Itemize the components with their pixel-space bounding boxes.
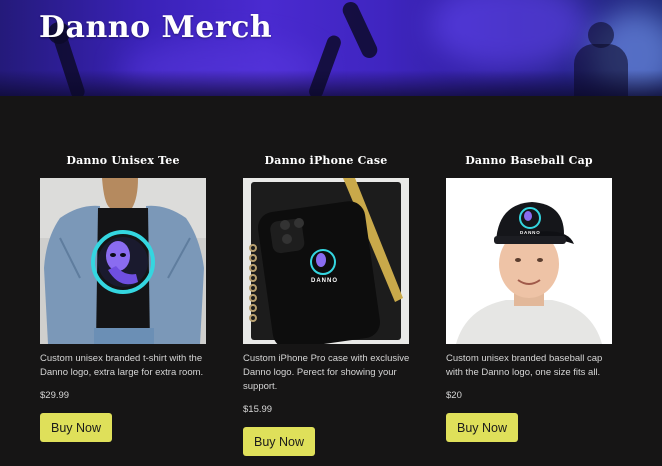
product-title: Danno Baseball Cap [465, 154, 593, 167]
product-description: Custom unisex branded t-shirt with the D… [40, 353, 204, 378]
hero-banner: Danno Merch [0, 0, 662, 96]
product-title: Danno iPhone Case [264, 154, 388, 167]
product-description: Custom iPhone Pro case with exclusive Da… [243, 353, 410, 392]
buy-now-button[interactable]: Buy Now [40, 413, 112, 442]
tshirt-photo[interactable] [40, 178, 206, 344]
product-card-phone-case: Danno iPhone Case DANNO Custom iPhone Pr… [243, 152, 409, 456]
product-price: $15.99 [243, 404, 273, 415]
product-logo-text: DANNO [311, 278, 338, 284]
product-card-cap: Danno Baseball Cap DANNO Custom unisex b… [446, 152, 612, 442]
product-logo-text: DANNO [520, 230, 541, 235]
cap-photo[interactable]: DANNO [446, 178, 612, 344]
product-description: Custom unisex branded baseball cap with … [446, 353, 603, 378]
phone-case-photo[interactable]: DANNO [243, 178, 409, 344]
product-price: $20 [446, 390, 462, 401]
buy-now-button[interactable]: Buy Now [243, 427, 315, 456]
page-title: Danno Merch [39, 10, 273, 45]
product-card-tee: Danno Unisex Tee Custom unisex branded t… [40, 152, 206, 442]
product-price: $29.99 [40, 390, 70, 401]
product-title: Danno Unisex Tee [66, 154, 180, 167]
buy-now-button[interactable]: Buy Now [446, 413, 518, 442]
